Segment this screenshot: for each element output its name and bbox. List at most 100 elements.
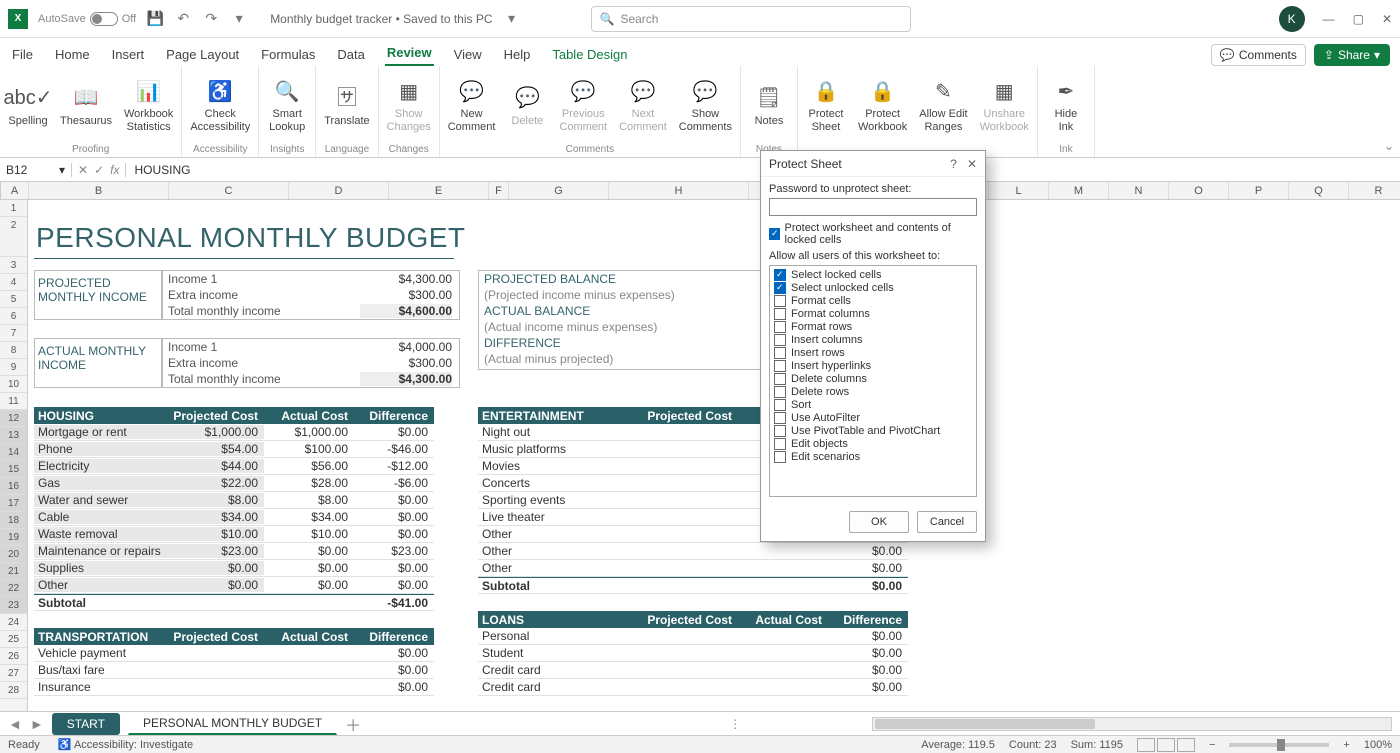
spelling-button[interactable]: abc✓Spelling [8, 85, 48, 128]
col-header-M[interactable]: M [1049, 182, 1109, 199]
workbook-stats-button[interactable]: 📊Workbook Statistics [124, 78, 173, 133]
table-row[interactable]: Personal$0.00 [478, 628, 908, 645]
row-header-7[interactable]: 7 [0, 325, 27, 342]
zoom-out-icon[interactable]: − [1209, 739, 1215, 751]
table-row[interactable]: Maintenance or repairs$23.00$0.00$23.00 [34, 543, 434, 560]
cancel-button[interactable]: Cancel [917, 511, 977, 533]
table-row[interactable]: Gas$22.00$28.00-$6.00 [34, 475, 434, 492]
sheet-tab-budget[interactable]: PERSONAL MONTHLY BUDGET [128, 712, 337, 735]
close-dialog-icon[interactable]: ✕ [967, 157, 977, 171]
permission-checkbox[interactable]: Insert columns [774, 334, 972, 346]
new-sheet-icon[interactable]: ＋ [345, 712, 361, 736]
row-header-27[interactable]: 27 [0, 665, 27, 682]
row-header-22[interactable]: 22 [0, 580, 27, 597]
share-button[interactable]: ⇪ Share ▾ [1314, 44, 1390, 66]
permission-checkbox[interactable]: Format rows [774, 321, 972, 333]
col-header-Q[interactable]: Q [1289, 182, 1349, 199]
permission-checkbox[interactable]: Use PivotTable and PivotChart [774, 425, 972, 437]
ok-button[interactable]: OK [849, 511, 909, 533]
permission-checkbox[interactable]: Delete rows [774, 386, 972, 398]
col-header-F[interactable]: F [489, 182, 509, 199]
tab-file[interactable]: File [10, 43, 35, 66]
table-row[interactable]: Other$0.00 [478, 560, 908, 577]
maximize-icon[interactable]: ▢ [1353, 12, 1364, 26]
table-row[interactable]: Supplies$0.00$0.00$0.00 [34, 560, 434, 577]
autosave-toggle[interactable]: AutoSave Off [38, 12, 136, 26]
row-header-9[interactable]: 9 [0, 359, 27, 376]
table-row[interactable]: Vehicle payment$0.00 [34, 645, 434, 662]
password-input[interactable] [769, 198, 977, 216]
col-header-N[interactable]: N [1109, 182, 1169, 199]
table-row[interactable]: Electricity$44.00$56.00-$12.00 [34, 458, 434, 475]
sheet-next-icon[interactable]: ► [30, 716, 44, 732]
table-row[interactable]: Mortgage or rent$1,000.00$1,000.00$0.00 [34, 424, 434, 441]
tab-help[interactable]: Help [502, 43, 533, 66]
table-row[interactable]: Student$0.00 [478, 645, 908, 662]
name-box[interactable]: B12▾ [0, 163, 72, 177]
thesaurus-button[interactable]: 📖Thesaurus [60, 85, 112, 128]
tab-page-layout[interactable]: Page Layout [164, 43, 241, 66]
zoom-slider[interactable] [1229, 743, 1329, 747]
sheet-prev-icon[interactable]: ◄ [8, 716, 22, 732]
row-header-11[interactable]: 11 [0, 393, 27, 410]
user-avatar[interactable]: K [1279, 6, 1305, 32]
normal-view-icon[interactable] [1137, 738, 1155, 752]
permission-checkbox[interactable]: Format cells [774, 295, 972, 307]
fx-icon[interactable]: fx [110, 163, 119, 177]
row-header-6[interactable]: 6 [0, 308, 27, 325]
col-header-D[interactable]: D [289, 182, 389, 199]
col-header-P[interactable]: P [1229, 182, 1289, 199]
row-header-19[interactable]: 19 [0, 529, 27, 546]
col-header-C[interactable]: C [169, 182, 289, 199]
col-header-B[interactable]: B [29, 182, 169, 199]
col-header-L[interactable]: L [989, 182, 1049, 199]
spreadsheet[interactable]: PERSONAL MONTHLY BUDGET PROJECTED MONTHL… [28, 200, 1400, 740]
row-header-1[interactable]: 1 [0, 200, 27, 217]
save-icon[interactable]: 💾 [146, 10, 164, 28]
table-row[interactable]: Other$0.00$0.00$0.00 [34, 577, 434, 594]
horizontal-scrollbar[interactable] [872, 717, 1392, 731]
permission-checkbox[interactable]: Edit objects [774, 438, 972, 450]
close-icon[interactable]: ✕ [1382, 12, 1392, 26]
cancel-fx-icon[interactable]: ✕ [78, 163, 88, 177]
row-header-12[interactable]: 12 [0, 410, 27, 427]
title-dropdown-icon[interactable]: ▾ [503, 10, 521, 28]
allow-edit-ranges-button[interactable]: ✎Allow Edit Ranges [919, 78, 967, 133]
protect-workbook-button[interactable]: 🔒Protect Workbook [858, 78, 907, 133]
tab-data[interactable]: Data [335, 43, 366, 66]
row-header-5[interactable]: 5 [0, 291, 27, 308]
permission-checkbox[interactable]: Format columns [774, 308, 972, 320]
row-header-17[interactable]: 17 [0, 495, 27, 512]
page-layout-icon[interactable] [1157, 738, 1175, 752]
table-row[interactable]: Bus/taxi fare$0.00 [34, 662, 434, 679]
row-header-28[interactable]: 28 [0, 682, 27, 699]
protect-contents-checkbox[interactable]: Protect worksheet and contents of locked… [769, 222, 977, 246]
tab-scroll-icon[interactable]: ⋮ [729, 717, 741, 731]
permission-checkbox[interactable]: Use AutoFilter [774, 412, 972, 424]
qat-dropdown-icon[interactable]: ▾ [230, 10, 248, 28]
col-header-A[interactable]: A [1, 182, 29, 199]
hide-ink-button[interactable]: ✒Hide Ink [1046, 78, 1086, 133]
undo-icon[interactable]: ↶ [174, 10, 192, 28]
minimize-icon[interactable]: — [1323, 12, 1335, 26]
search-input[interactable]: 🔍 Search [591, 6, 911, 32]
table-row[interactable]: Waste removal$10.00$10.00$0.00 [34, 526, 434, 543]
row-header-18[interactable]: 18 [0, 512, 27, 529]
row-header-20[interactable]: 20 [0, 546, 27, 563]
check-accessibility-button[interactable]: ♿Check Accessibility [190, 78, 250, 133]
table-row[interactable]: Other$0.00 [478, 543, 908, 560]
row-header-4[interactable]: 4 [0, 274, 27, 291]
permission-checkbox[interactable]: Edit scenarios [774, 451, 972, 463]
permission-checkbox[interactable]: Delete columns [774, 373, 972, 385]
table-row[interactable]: Credit card$0.00 [478, 679, 908, 696]
tab-home[interactable]: Home [53, 43, 92, 66]
comments-button[interactable]: 💬 Comments [1211, 44, 1306, 66]
zoom-in-icon[interactable]: + [1343, 739, 1349, 751]
table-row[interactable]: Phone$54.00$100.00-$46.00 [34, 441, 434, 458]
permission-checkbox[interactable]: Insert hyperlinks [774, 360, 972, 372]
help-icon[interactable]: ? [950, 157, 957, 171]
table-row[interactable]: Water and sewer$8.00$8.00$0.00 [34, 492, 434, 509]
redo-icon[interactable]: ↷ [202, 10, 220, 28]
table-row[interactable]: Insurance$0.00 [34, 679, 434, 696]
tab-review[interactable]: Review [385, 41, 434, 66]
